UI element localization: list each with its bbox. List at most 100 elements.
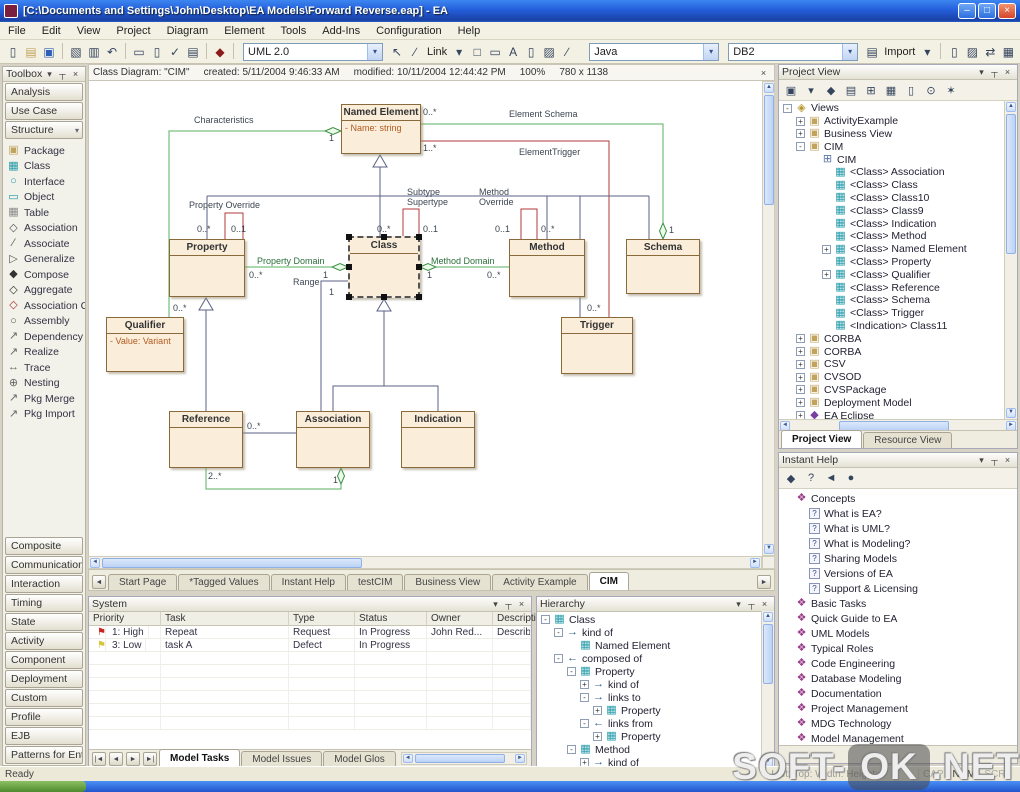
database-combo[interactable]: DB2 ▾ bbox=[728, 42, 859, 61]
minimize-button[interactable]: – bbox=[958, 3, 976, 19]
toolbox-item[interactable]: Pkg Import bbox=[7, 407, 85, 423]
vertical-scrollbar[interactable]: ▲ ▼ bbox=[762, 81, 775, 556]
open-model-icon[interactable]: ◆ bbox=[822, 81, 840, 99]
menu-item[interactable]: Diagram bbox=[159, 23, 217, 39]
column-header[interactable]: Owner bbox=[427, 612, 493, 626]
tree-item[interactable]: - Views bbox=[779, 102, 1004, 115]
tab[interactable]: Activity Example bbox=[492, 574, 588, 590]
toolbox-item[interactable]: Association bbox=[7, 221, 85, 237]
selection-handle[interactable] bbox=[346, 264, 352, 270]
scroll-up-icon[interactable]: ▲ bbox=[763, 612, 773, 622]
expand-toggle[interactable]: - bbox=[567, 745, 576, 754]
separator[interactable] bbox=[125, 42, 126, 59]
tree-item[interactable]: Database Modeling bbox=[779, 671, 1017, 686]
scroll-up-icon[interactable]: ▲ bbox=[1006, 102, 1016, 112]
search-icon[interactable]: ⊙ bbox=[922, 81, 940, 99]
tab[interactable]: CIM bbox=[588, 572, 629, 590]
copy-icon[interactable]: ▧ bbox=[67, 43, 85, 61]
tab[interactable]: Model Issues bbox=[241, 751, 323, 767]
expand-toggle[interactable]: + bbox=[796, 398, 805, 408]
image-icon[interactable]: ▨ bbox=[540, 43, 558, 61]
toolbox-section[interactable]: Activity bbox=[5, 632, 83, 650]
tree-item[interactable]: + <Class> Named Element bbox=[779, 243, 1004, 256]
tree-item[interactable]: <Class> Reference bbox=[779, 281, 1004, 294]
expand-toggle[interactable]: + bbox=[796, 359, 805, 369]
menu-item[interactable]: Help bbox=[450, 23, 489, 39]
scrollbar-thumb[interactable] bbox=[1006, 114, 1016, 254]
uml-profile-combo[interactable]: UML 2.0 ▾ bbox=[243, 42, 383, 61]
toolbox-item[interactable]: Association Cl... bbox=[7, 298, 85, 314]
toolbox-section[interactable]: Analysis bbox=[5, 83, 83, 101]
toolbox-section[interactable]: Component bbox=[5, 651, 83, 669]
toolbox-section[interactable]: Profile bbox=[5, 708, 83, 726]
expand-toggle[interactable]: - bbox=[796, 142, 805, 152]
scroll-down-icon[interactable]: ▼ bbox=[1006, 408, 1016, 418]
expand-toggle[interactable]: + bbox=[593, 706, 602, 715]
tree-item[interactable]: + CORBA bbox=[779, 345, 1004, 358]
toolbox-section[interactable]: Deployment bbox=[5, 670, 83, 688]
tree-item[interactable]: What is UML? bbox=[779, 521, 1017, 536]
tree-item[interactable]: <Class> Class10 bbox=[779, 192, 1004, 205]
pointer-icon[interactable]: ↖ bbox=[388, 43, 406, 61]
uml-class-indication[interactable]: Indication bbox=[401, 411, 475, 468]
scrollbar-thumb[interactable] bbox=[414, 754, 505, 763]
table-row[interactable]: 1: High Repeat Request In Progress John … bbox=[89, 626, 531, 639]
panel-menu-icon[interactable]: ▾ bbox=[489, 598, 502, 610]
menu-item[interactable]: Add-Ins bbox=[314, 23, 368, 39]
toolbox-item[interactable]: Associate bbox=[7, 236, 85, 252]
toolbox-section[interactable]: Composite bbox=[5, 537, 83, 555]
link-label[interactable]: Link bbox=[424, 43, 450, 61]
toolbox-section[interactable]: Patterns for Ente... bbox=[5, 746, 83, 764]
tab[interactable]: Business View bbox=[404, 574, 492, 590]
notes-icon[interactable]: ▤ bbox=[184, 43, 202, 61]
tree-item[interactable]: + Property bbox=[537, 730, 761, 743]
scrollbar-thumb[interactable] bbox=[102, 558, 362, 568]
diagram-close-icon[interactable]: × bbox=[757, 67, 770, 79]
tree-item[interactable]: + <Class> Qualifier bbox=[779, 268, 1004, 281]
tree-item[interactable]: <Indication> Class11 bbox=[779, 320, 1004, 333]
scrollbar-thumb[interactable] bbox=[763, 624, 773, 684]
tree-item[interactable]: + CORBA bbox=[779, 332, 1004, 345]
tree-item[interactable]: - Property bbox=[537, 665, 761, 678]
tree-item[interactable]: Basic Tasks bbox=[779, 596, 1017, 611]
save-icon[interactable]: ▣ bbox=[40, 43, 58, 61]
new-file-icon[interactable]: ▯ bbox=[4, 43, 22, 61]
toolbox-section[interactable]: EJB bbox=[5, 727, 83, 745]
tree-item[interactable]: - kind of bbox=[537, 626, 761, 639]
panel-menu-icon[interactable]: ▾ bbox=[732, 598, 745, 610]
tree-item[interactable]: - Class bbox=[537, 613, 761, 626]
expand-toggle[interactable]: + bbox=[593, 732, 602, 741]
tree-item[interactable]: What is Modeling? bbox=[779, 536, 1017, 551]
grid-icon[interactable]: ▦ bbox=[999, 43, 1017, 61]
chevron-down-icon[interactable]: ▾ bbox=[918, 43, 936, 61]
tree-item[interactable]: CIM bbox=[779, 153, 1004, 166]
open-folder-icon[interactable]: ▤ bbox=[22, 43, 40, 61]
expand-toggle[interactable]: + bbox=[796, 116, 805, 126]
separator[interactable] bbox=[940, 42, 942, 59]
tree-item[interactable]: Support & Licensing bbox=[779, 581, 1017, 596]
toolbox-item[interactable]: Class bbox=[7, 159, 85, 175]
tree-item[interactable]: UML Models bbox=[779, 626, 1017, 641]
toolbox-item[interactable]: Trace bbox=[7, 360, 85, 376]
uml-class-schema[interactable]: Schema bbox=[626, 239, 700, 294]
note-icon[interactable]: ▭ bbox=[486, 43, 504, 61]
expand-toggle[interactable]: - bbox=[541, 615, 550, 624]
tab-scroll-left-icon[interactable]: ◄ bbox=[92, 575, 106, 589]
close-button[interactable]: × bbox=[998, 3, 1016, 19]
document-icon[interactable]: ▯ bbox=[522, 43, 540, 61]
new-diagram-icon[interactable]: ⊞ bbox=[862, 81, 880, 99]
selection-handle[interactable] bbox=[416, 294, 422, 300]
pin-icon[interactable]: ┬ bbox=[745, 598, 758, 610]
tree-item[interactable]: Documentation bbox=[779, 686, 1017, 701]
help-book-icon[interactable]: ◆ bbox=[782, 469, 800, 487]
pin-icon[interactable]: ┬ bbox=[502, 598, 515, 610]
panel-menu-icon[interactable]: ▾ bbox=[975, 66, 988, 78]
appearance-icon[interactable]: ◆ bbox=[211, 43, 229, 61]
selection-handle[interactable] bbox=[381, 234, 387, 240]
tree-item[interactable]: - links from bbox=[537, 717, 761, 730]
scroll-right-icon[interactable]: ► bbox=[750, 558, 760, 568]
pin-icon[interactable]: ┬ bbox=[988, 454, 1001, 466]
help-topic-icon[interactable]: ? bbox=[802, 469, 820, 487]
tree-item[interactable]: Named Element bbox=[537, 639, 761, 652]
toolbox-section[interactable]: Timing bbox=[5, 594, 83, 612]
